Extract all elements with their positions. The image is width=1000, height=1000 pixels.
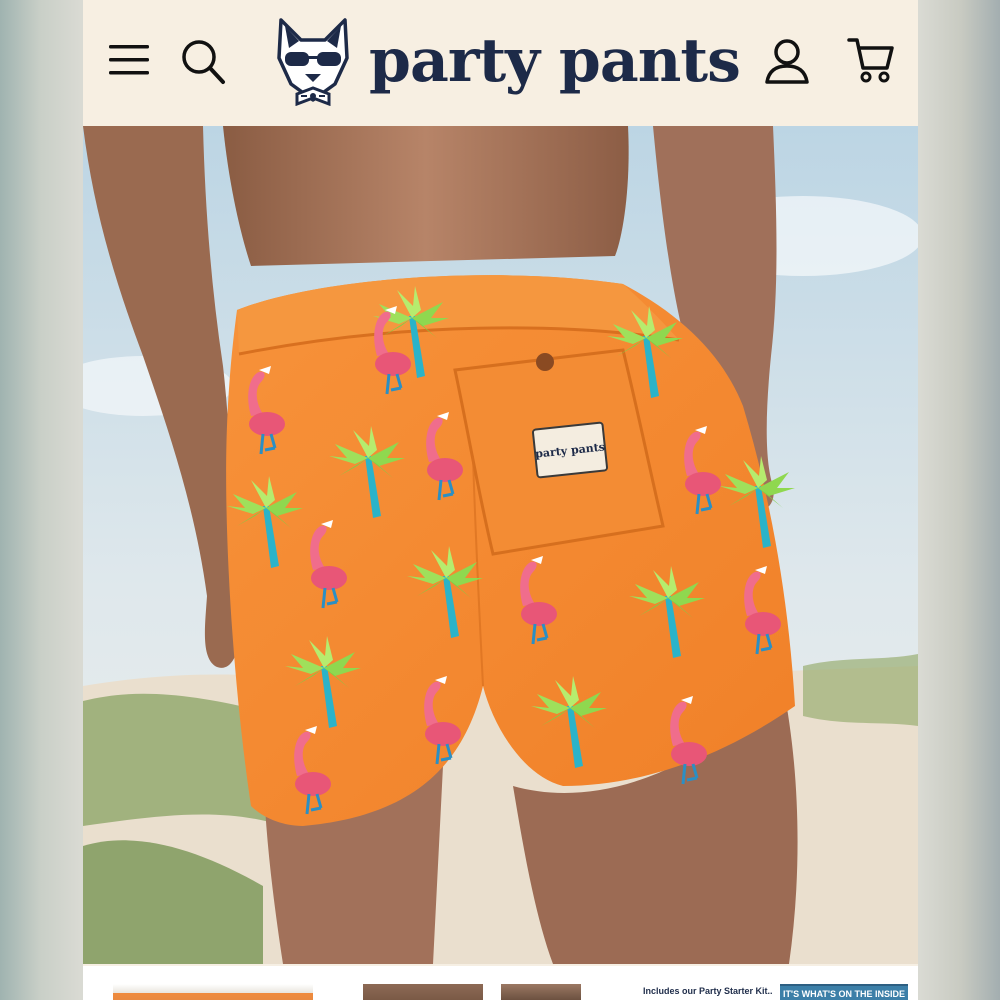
thumbnail-3[interactable]	[501, 984, 581, 1000]
account-icon[interactable]	[763, 36, 811, 86]
cart-icon[interactable]	[847, 34, 895, 84]
brand-wordmark: party pants	[369, 26, 741, 96]
page-frame: party pants party pants Includes our Par…	[83, 0, 918, 1000]
thumbnail-4[interactable]: Includes our Party Starter Kit...	[643, 986, 773, 1000]
hamburger-menu-icon[interactable]	[107, 41, 151, 79]
thumbnail-1[interactable]	[113, 984, 313, 1000]
thumbnail-2[interactable]	[363, 984, 483, 1000]
search-icon[interactable]	[179, 36, 227, 86]
thumbnail-strip: Includes our Party Starter Kit... IT'S W…	[83, 966, 918, 1000]
product-hero-image: party pants	[83, 126, 918, 964]
site-header: party pants	[83, 0, 918, 126]
fox-mascot-icon	[277, 18, 349, 106]
thumbnail-4-caption: Includes our Party Starter Kit...	[643, 986, 773, 996]
thumbnail-5-caption: IT'S WHAT'S ON THE INSIDE	[782, 989, 906, 999]
thumbnail-5[interactable]: IT'S WHAT'S ON THE INSIDE	[780, 984, 908, 1000]
brand-logo[interactable]: party pants	[271, 14, 741, 110]
